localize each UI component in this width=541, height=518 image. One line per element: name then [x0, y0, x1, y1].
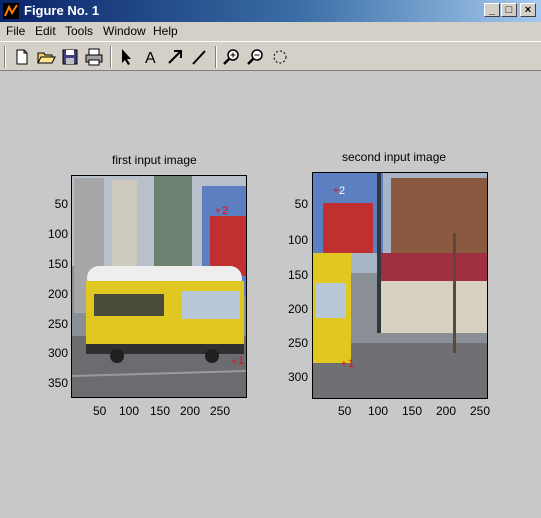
new-file-icon[interactable]: [12, 47, 32, 67]
plot2-marker-cross: +: [341, 359, 347, 370]
title-bar[interactable]: Figure No. 1 _ □ ×: [0, 0, 541, 22]
plot2-image: 2 1 + +: [313, 173, 487, 398]
minimize-button[interactable]: _: [484, 3, 500, 17]
plot1-ytick: 250: [47, 317, 68, 331]
plot2-xtick: 150: [402, 404, 423, 418]
plot2-marker-cross: +: [333, 186, 339, 197]
plot2-marker-2: 2: [339, 185, 345, 197]
plot1-marker-cross: +: [215, 206, 221, 217]
plot2-title: second input image: [342, 150, 447, 164]
arrow-icon[interactable]: [165, 47, 185, 67]
maximize-button[interactable]: □: [501, 3, 517, 17]
rotate-icon[interactable]: [270, 47, 290, 67]
plot1-axes[interactable]: 2 1 + +: [71, 175, 247, 398]
plot2-ytick: 200: [287, 302, 308, 316]
toolbar-separator: [110, 46, 112, 68]
plot1-ytick: 150: [47, 257, 68, 271]
plot2-ytick: 150: [287, 268, 308, 282]
plot1-xtick: 250: [210, 404, 231, 418]
zoom-out-icon[interactable]: [246, 47, 266, 67]
plot2-ytick: 300: [287, 370, 308, 384]
plot2-ytick: 50: [294, 197, 308, 211]
menu-bar: File Edit Tools Window Help: [0, 22, 541, 41]
arrow-pointer-icon[interactable]: [117, 47, 137, 67]
plot1-title: first input image: [112, 153, 197, 167]
line-icon[interactable]: [189, 47, 209, 67]
plot1-xtick: 100: [119, 404, 140, 418]
text-A-icon[interactable]: A: [141, 47, 161, 67]
plot1-marker-2: 2: [222, 205, 228, 217]
menu-edit[interactable]: Edit: [35, 24, 56, 38]
plot2-marker-1: 1: [348, 358, 354, 370]
plot1-ytick: 50: [54, 197, 68, 211]
plot1-ytick: 100: [47, 227, 68, 241]
open-folder-icon[interactable]: [36, 47, 56, 67]
plot1-marker-1: 1: [238, 355, 244, 367]
menu-tools[interactable]: Tools: [65, 24, 93, 38]
menu-file[interactable]: File: [6, 24, 25, 38]
toolbar-separator: [215, 46, 217, 68]
print-icon[interactable]: [84, 47, 104, 67]
plot2-ytick: 250: [287, 336, 308, 350]
plot1-xtick: 200: [180, 404, 201, 418]
plot1-xtick: 50: [93, 404, 107, 418]
window-title: Figure No. 1: [24, 3, 100, 18]
toolbar-grip: [4, 46, 6, 68]
close-button[interactable]: ×: [520, 3, 536, 17]
plot2-xtick: 250: [470, 404, 491, 418]
zoom-in-icon[interactable]: [222, 47, 242, 67]
svg-text:A: A: [145, 50, 156, 67]
menu-help[interactable]: Help: [153, 24, 178, 38]
plot2-xtick: 100: [368, 404, 389, 418]
plot2-xtick: 200: [436, 404, 457, 418]
plot1-ytick: 300: [47, 346, 68, 360]
toolbar: A: [0, 41, 541, 71]
plot2-xtick: 50: [338, 404, 352, 418]
plot2-ytick: 100: [287, 233, 308, 247]
plot1-image: 2 1 + +: [72, 176, 246, 397]
plot1-xtick: 150: [150, 404, 171, 418]
save-icon[interactable]: [60, 47, 80, 67]
plot2-axes[interactable]: 2 1 + +: [312, 172, 488, 399]
menu-window[interactable]: Window: [103, 24, 146, 38]
plot1-ytick: 350: [47, 376, 68, 390]
plot1-marker-cross: +: [231, 357, 237, 368]
plot1-ytick: 200: [47, 287, 68, 301]
matlab-logo-icon: [3, 3, 19, 19]
